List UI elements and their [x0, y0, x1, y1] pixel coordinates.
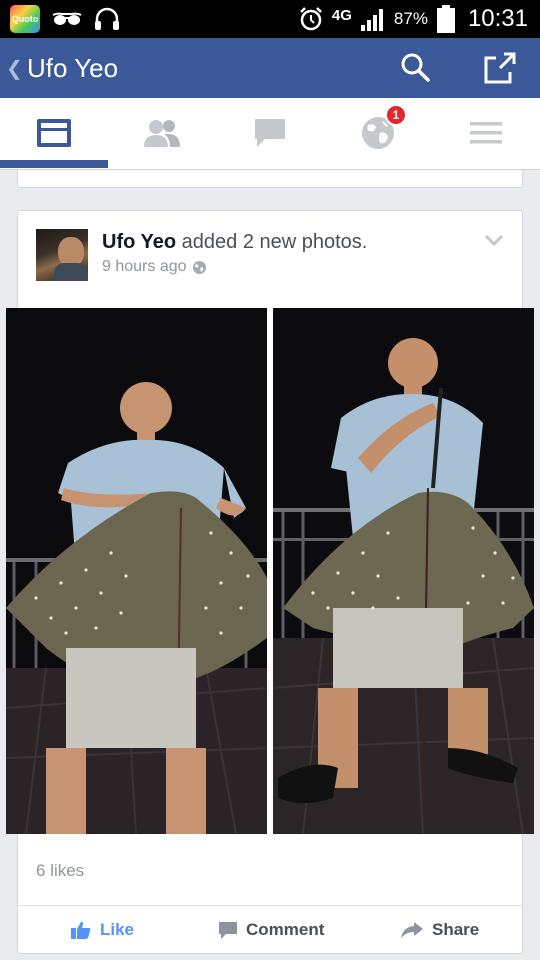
tab-messages[interactable]: [216, 98, 324, 168]
post-heading: Ufo Yeo added 2 new photos.: [102, 231, 367, 254]
share-arrow-icon: [401, 922, 423, 938]
globe-icon: [192, 260, 206, 274]
glasses-icon: [52, 12, 82, 25]
post-author[interactable]: Ufo Yeo: [102, 231, 176, 253]
share-icon: [484, 52, 516, 84]
status-bar: Quoto 4G 87% 10:31: [0, 0, 540, 38]
post-photo-2[interactable]: [273, 308, 534, 834]
active-tab-indicator: [0, 160, 108, 168]
battery-percentage: 87%: [393, 9, 428, 28]
tab-bar: [0, 98, 540, 170]
share-post-button[interactable]: Share: [400, 906, 479, 954]
tab-notifications[interactable]: [324, 98, 432, 168]
network-type: 4G: [331, 6, 352, 24]
search-icon: [401, 53, 430, 82]
comment-icon: [219, 922, 237, 939]
comment-label: Comment: [246, 920, 325, 939]
news-feed-icon: [37, 119, 71, 147]
app-header: ❮ Ufo Yeo: [0, 38, 540, 98]
alarm-icon: [300, 7, 322, 31]
share-label: Share: [432, 920, 480, 939]
photo-fisherman-with-ray-2: [273, 308, 534, 834]
avatar-shirt: [54, 263, 88, 281]
menu-icon: [470, 122, 502, 144]
signal-icon: [360, 9, 383, 31]
clock: 10:31: [467, 5, 528, 32]
messages-icon: [255, 119, 285, 147]
tab-friend-requests[interactable]: [108, 98, 216, 168]
friends-icon: [144, 120, 180, 147]
post-photo-1[interactable]: [6, 308, 267, 834]
tab-more[interactable]: [432, 98, 540, 168]
share-button[interactable]: [480, 48, 520, 88]
comment-button[interactable]: Comment: [218, 906, 324, 954]
battery-icon: [436, 5, 455, 33]
post-options-button[interactable]: [484, 233, 504, 247]
photo-fisherman-with-ray-1: [6, 308, 267, 834]
like-button[interactable]: Like: [70, 906, 134, 954]
back-chevron-icon[interactable]: ❮: [6, 56, 23, 81]
tab-news-feed[interactable]: [0, 98, 108, 168]
previous-post-card: [17, 170, 523, 188]
post-time[interactable]: 9 hours ago: [102, 258, 187, 276]
notification-count-badge: 1: [385, 104, 407, 126]
likes-count[interactable]: 6 likes: [36, 861, 84, 881]
app-notification-icon: Quoto: [10, 5, 40, 33]
headphones-icon: [95, 7, 119, 30]
like-label: Like: [100, 920, 135, 939]
app-badge-label: Quoto: [11, 14, 39, 24]
post-meta: 9 hours ago: [102, 258, 207, 276]
thumbs-up-icon: [71, 921, 91, 939]
post-action-bar: Like Comment Share: [18, 905, 522, 953]
chevron-down-icon: [484, 234, 504, 247]
page-title[interactable]: Ufo Yeo: [27, 53, 118, 84]
avatar[interactable]: [36, 229, 88, 281]
post-action: added 2 new photos.: [181, 231, 368, 253]
search-button[interactable]: [398, 50, 434, 86]
